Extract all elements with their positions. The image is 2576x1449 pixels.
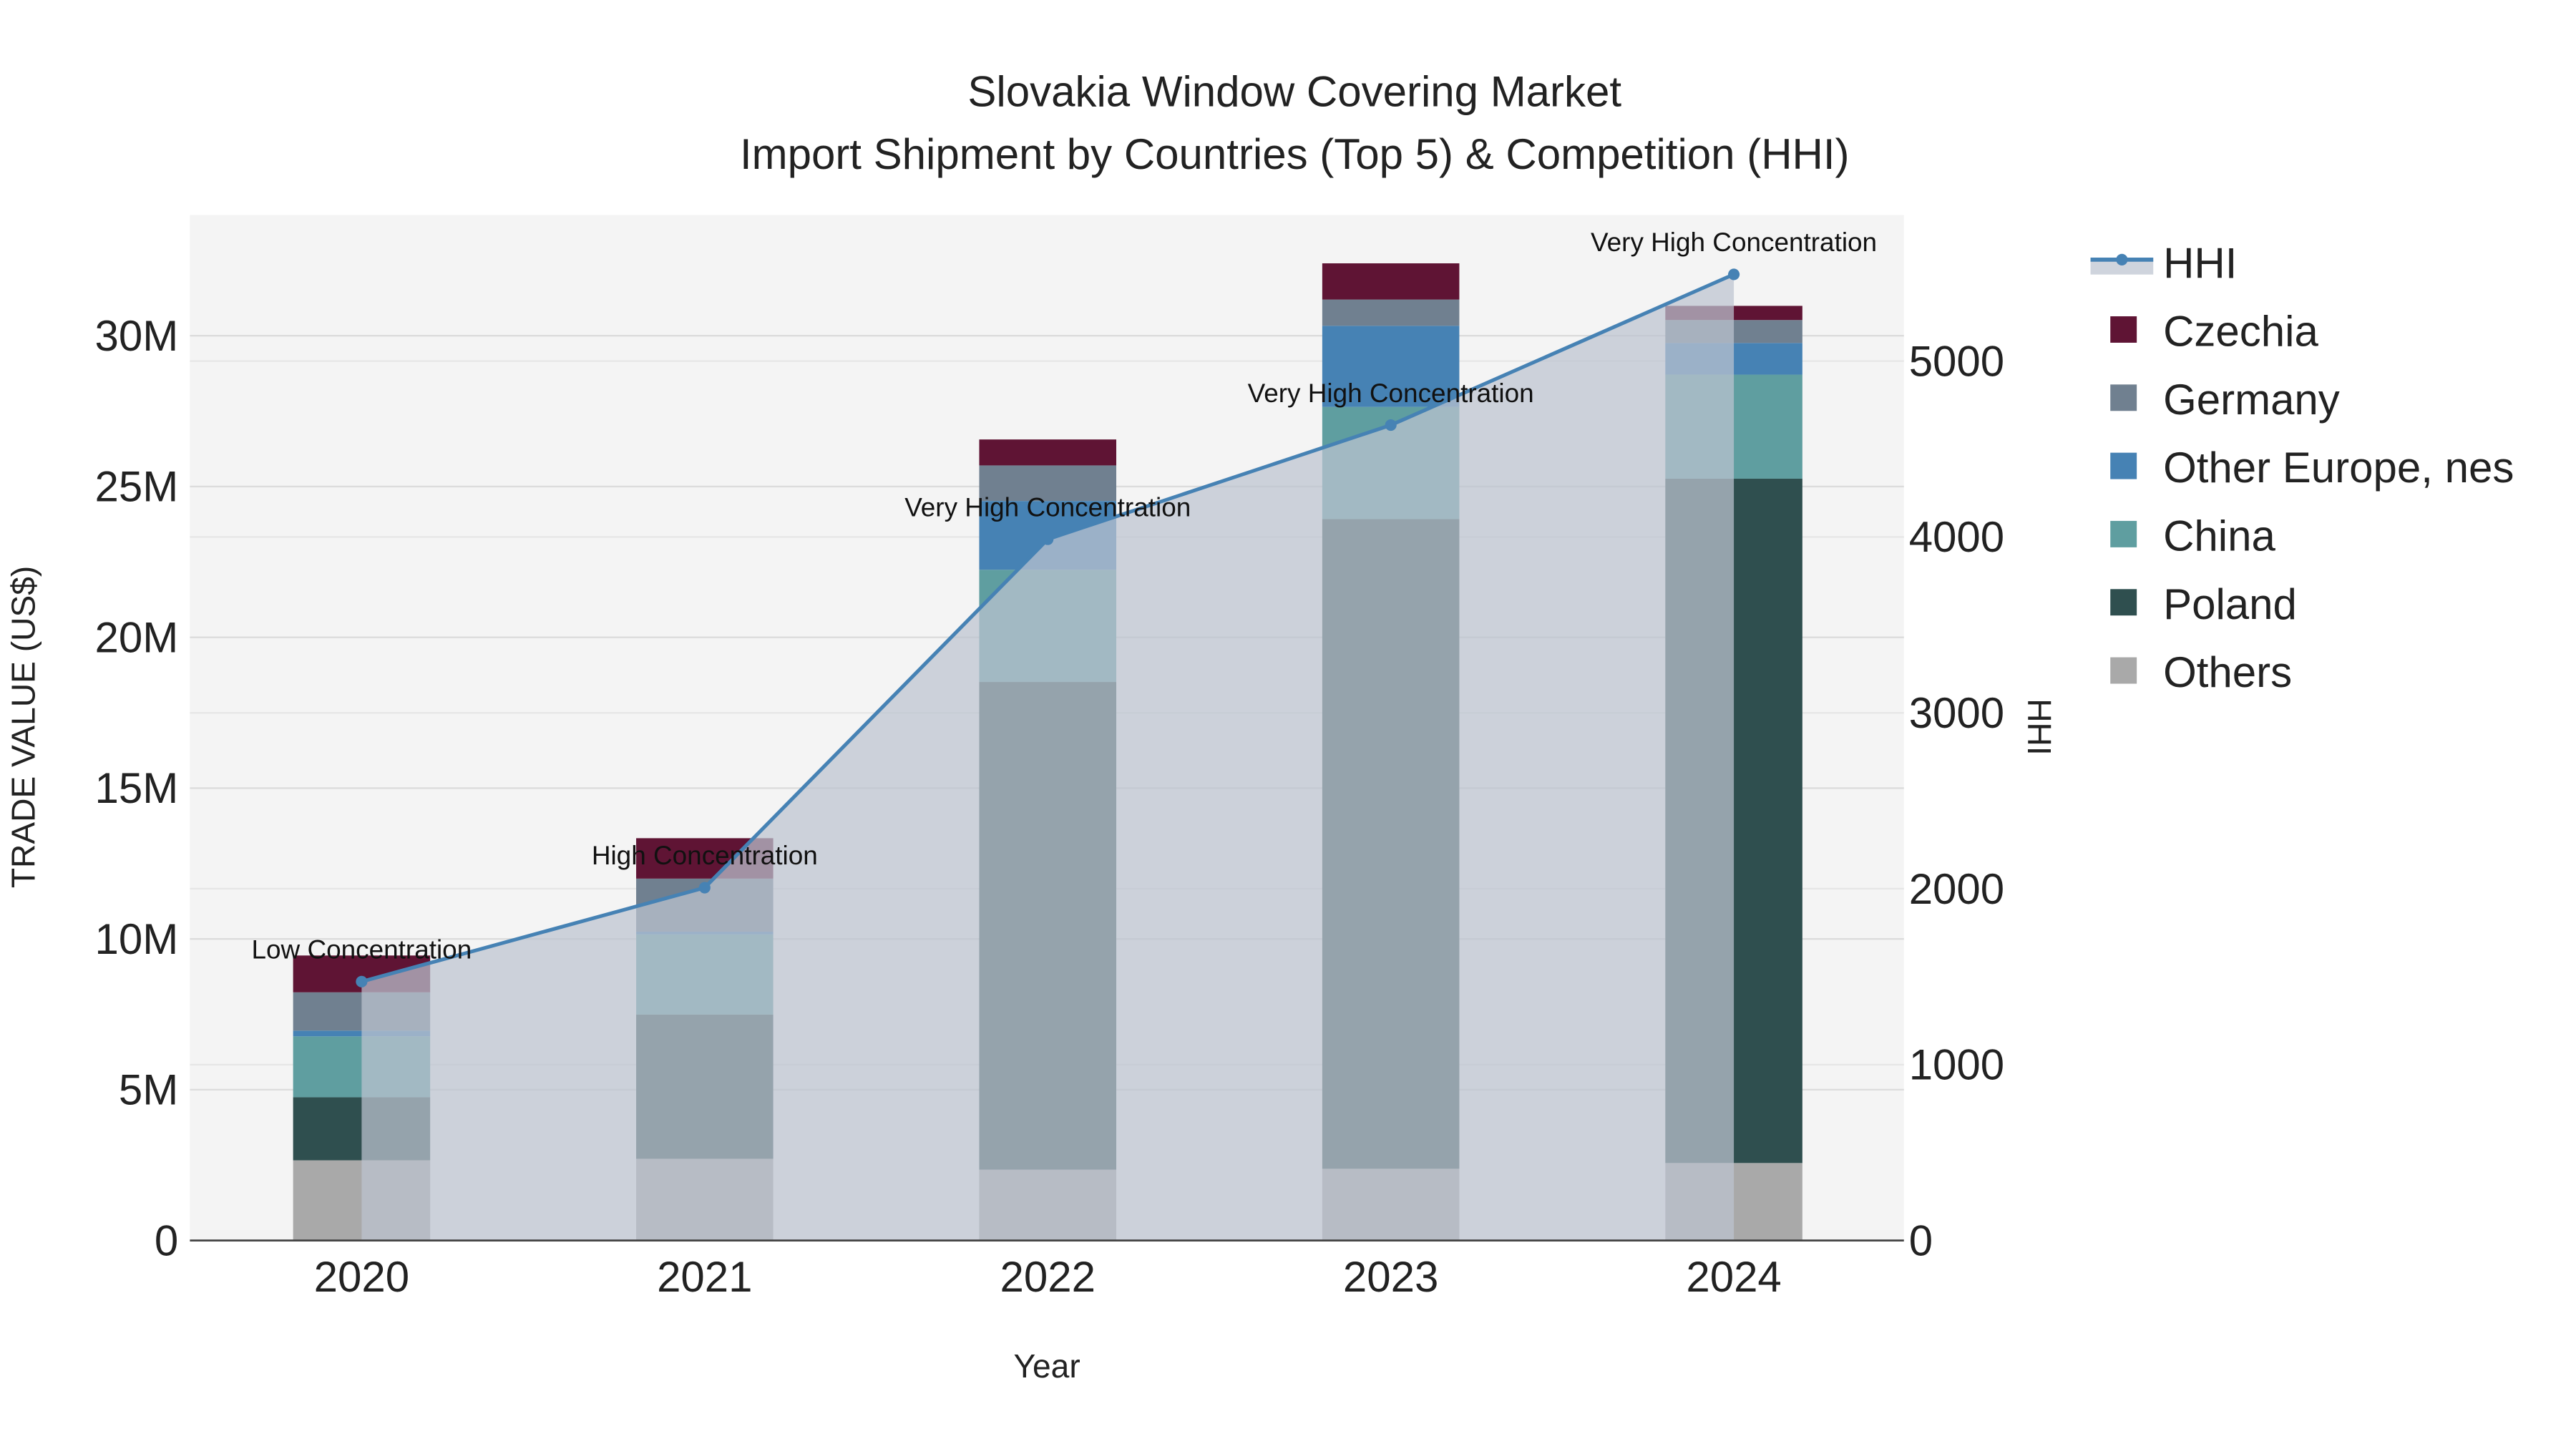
legend-swatch [2110, 657, 2137, 684]
legend-item-other-europe-nes[interactable]: Other Europe, nes [2110, 444, 2514, 492]
x-tick-label: 2024 [1686, 1253, 1781, 1301]
y2-tick-label: 1000 [1909, 1041, 2004, 1089]
bar-germany-2023 [1322, 299, 1460, 326]
y-tick-label: 0 [155, 1216, 178, 1264]
hhi-annotation: Low Concentration [252, 935, 472, 965]
y-tick-label: 5M [119, 1066, 178, 1114]
legend-swatch-marker [2116, 253, 2128, 265]
legend-label: HHI [2163, 239, 2237, 287]
legend-swatch [2110, 589, 2137, 616]
legend-swatch [2110, 384, 2137, 411]
x-tick-label: 2021 [657, 1253, 752, 1301]
y-axis-title: TRADE VALUE (US$) [4, 566, 42, 888]
legend-label: China [2163, 512, 2275, 560]
legend-label: Czechia [2163, 308, 2318, 356]
hhi-annotation: High Concentration [592, 841, 818, 870]
y2-tick-label: 5000 [1909, 337, 2004, 385]
chart-subtitle: Import Shipment by Countries (Top 5) & C… [740, 130, 1850, 178]
hhi-annotation: Very High Concentration [904, 492, 1191, 522]
hhi-annotation: Very High Concentration [1248, 379, 1534, 408]
legend-label: Germany [2163, 376, 2340, 424]
y-tick-label: 25M [95, 463, 179, 511]
hhi-point-2021 [698, 882, 711, 894]
y2-tick-label: 3000 [1909, 689, 2004, 737]
y-tick-label: 10M [95, 915, 179, 963]
y2-axis-title: HHI [2021, 698, 2058, 755]
hhi-point-2020 [356, 975, 368, 987]
hhi-point-2024 [1728, 268, 1740, 280]
y2-tick-label: 2000 [1909, 865, 2004, 913]
hhi-annotation: Very High Concentration [1591, 228, 1877, 257]
chart: Low Concentration High Concentration Very … [0, 0, 2576, 1449]
y2-tick-label: 0 [1909, 1216, 1933, 1264]
chart-title: Slovakia Window Covering Market [967, 67, 1621, 115]
x-tick-label: 2020 [314, 1253, 409, 1301]
legend-swatch [2110, 316, 2137, 343]
y-tick-label: 30M [95, 312, 179, 360]
x-tick-label: 2023 [1343, 1253, 1438, 1301]
legend-label: Others [2163, 648, 2292, 696]
y2-tick-label: 4000 [1909, 513, 2004, 561]
x-tick-label: 2022 [1000, 1253, 1095, 1301]
legend-label: Poland [2163, 580, 2297, 628]
hhi-point-2023 [1385, 419, 1397, 431]
legend-swatch [2110, 520, 2137, 547]
y-tick-label: 15M [95, 764, 179, 812]
hhi-point-2022 [1042, 533, 1054, 545]
legend-swatch [2110, 452, 2137, 479]
x-axis-title: Year [1013, 1347, 1080, 1385]
y-tick-label: 20M [95, 613, 179, 661]
legend-label: Other Europe, nes [2163, 444, 2514, 492]
bar-czechia-2023 [1322, 263, 1460, 300]
bar-czechia-2022 [979, 439, 1116, 466]
